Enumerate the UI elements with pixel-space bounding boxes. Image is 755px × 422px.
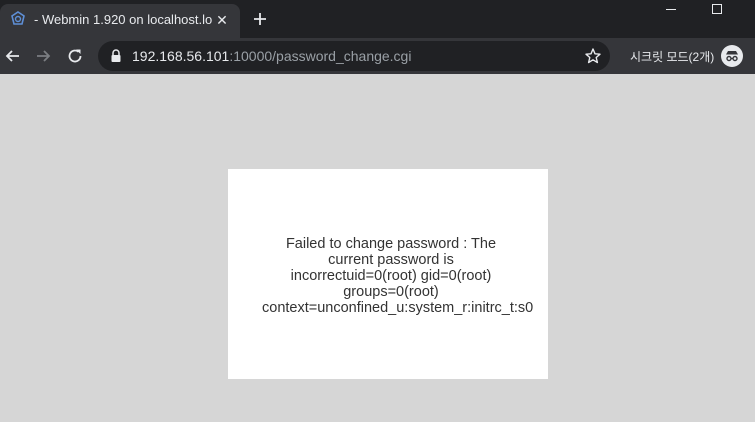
- error-line: groups=0(root): [343, 284, 439, 300]
- maximize-icon[interactable]: [694, 0, 740, 28]
- tab-title: - Webmin 1.920 on localhost.localdomain: [34, 12, 212, 27]
- close-tab-button[interactable]: ✕: [214, 12, 230, 28]
- browser-tab[interactable]: - Webmin 1.920 on localhost.localdomain …: [0, 4, 240, 38]
- lock-icon[interactable]: [110, 49, 122, 63]
- error-message: Failed to change password : The current …: [262, 236, 534, 316]
- minimize-icon[interactable]: [648, 0, 694, 28]
- error-line: current password is: [328, 252, 454, 268]
- error-line: incorrectuid=0(root) gid=0(root): [290, 268, 492, 284]
- error-dialog: Failed to change password : The current …: [228, 169, 548, 379]
- page-content: Failed to change password : The current …: [0, 74, 755, 422]
- url-text[interactable]: 192.168.56.101:10000/password_change.cgi: [132, 48, 411, 64]
- plus-icon[interactable]: [250, 9, 270, 29]
- browser-toolbar: 192.168.56.101:10000/password_change.cgi…: [0, 38, 755, 74]
- incognito-icon[interactable]: [721, 45, 743, 67]
- error-line: context=unconfined_u:system_r:initrc_t:s…: [262, 300, 534, 316]
- arrow-left-icon[interactable]: [3, 46, 23, 66]
- star-icon[interactable]: [584, 47, 602, 65]
- url-path: :10000/password_change.cgi: [229, 48, 412, 64]
- reload-icon[interactable]: [65, 46, 85, 66]
- webmin-icon: [11, 11, 25, 25]
- address-bar[interactable]: 192.168.56.101:10000/password_change.cgi: [98, 41, 610, 71]
- error-line: Failed to change password : The: [285, 236, 497, 252]
- incognito-label[interactable]: 시크릿 모드(2개): [630, 48, 714, 65]
- tab-strip: - Webmin 1.920 on localhost.localdomain …: [0, 0, 755, 38]
- arrow-right-icon[interactable]: [33, 46, 53, 66]
- url-host: 192.168.56.101: [132, 48, 230, 64]
